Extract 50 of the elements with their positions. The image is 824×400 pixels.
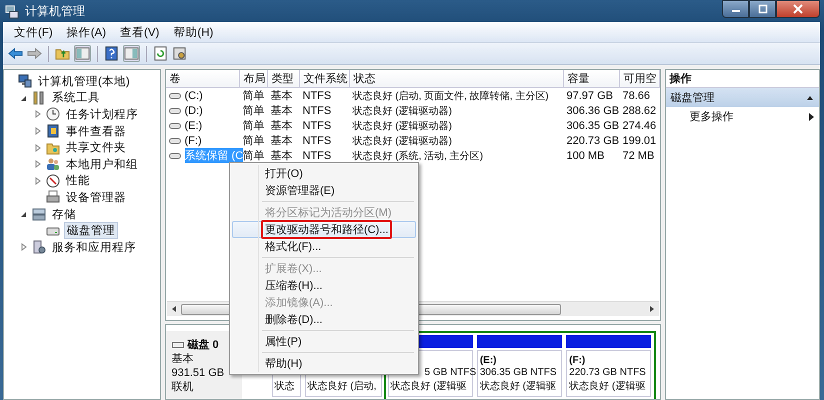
table-cell: 220.73 GB (566, 134, 620, 146)
table-cell: 100 MB (566, 150, 604, 162)
table-cell: NTFS (302, 120, 332, 132)
table-cell-text: 简单 (242, 89, 264, 103)
table-cell-text: 简单 (242, 149, 264, 163)
table-cell-text: 基本 (270, 104, 292, 118)
table-cell-text: 基本 (270, 149, 292, 163)
partition-size: 220.73 GB NTFS (569, 367, 647, 379)
table-cell: 199.01 (622, 134, 656, 146)
window-title: 计算机管理 (25, 2, 85, 20)
disk-name: 磁盘 0 (188, 338, 219, 352)
table-cell: (F:) (184, 134, 202, 146)
table-cell: (E:) (184, 120, 202, 132)
partition-size: 306.35 GB NTFS (480, 367, 558, 379)
section-title: 磁盘管理 (670, 91, 714, 105)
table-cell-text: 状态良好 (逻辑驱动器) (352, 120, 452, 132)
table-cell: 306.35 GB (566, 120, 620, 132)
disk-size: 931.51 GB (172, 367, 226, 380)
disk-status: 联机 (172, 381, 194, 394)
table-cell: 78.66 (622, 90, 650, 102)
table-cell-text: 简单 (242, 134, 264, 148)
table-cell: NTFS (302, 90, 332, 102)
partition-name: (F:) (569, 355, 586, 367)
table-cell-text: 基本 (270, 134, 292, 148)
table-cell-text: 简单 (242, 104, 264, 118)
table-cell: 288.62 (622, 104, 656, 116)
table-cell: NTFS (302, 134, 332, 146)
partition-status: 状态 (274, 381, 296, 394)
table-cell-text: 状态良好 (逻辑驱动器) (352, 104, 452, 118)
table-cell-text: 基本 (270, 89, 292, 103)
table-cell: 274.46 (622, 120, 656, 132)
table-cell: (D:) (184, 104, 203, 116)
partition-name: (E:) (480, 355, 498, 367)
table-cell-text: 状态良好 (系统, 活动, 主分区) (352, 150, 484, 162)
table-cell: NTFS (302, 150, 332, 162)
table-cell-text: 简单 (242, 119, 264, 133)
partition-status: 状态良好 (逻辑驱 (390, 381, 468, 394)
table-cell: 系统保留 (C (184, 148, 244, 163)
partition-status: 状态良好 (启动, (308, 381, 378, 394)
partition-status: 状态良好 (逻辑驱 (569, 381, 646, 394)
disk-type: 基本 (172, 353, 194, 366)
table-cell: 306.36 GB (566, 104, 620, 116)
table-cell: NTFS (302, 104, 332, 116)
partition-status: 状态良好 (逻辑驱 (480, 381, 557, 394)
table-cell-text: 状态良好 (逻辑驱动器) (352, 134, 452, 148)
table-cell: (C:) (184, 90, 203, 102)
table-cell-text: 基本 (270, 119, 292, 133)
table-cell: 97.97 GB (566, 90, 613, 102)
table-cell-text: 状态良好 (启动, 页面文件, 故障转储, 主分区) (352, 90, 549, 102)
table-cell: 72 MB (622, 150, 654, 162)
